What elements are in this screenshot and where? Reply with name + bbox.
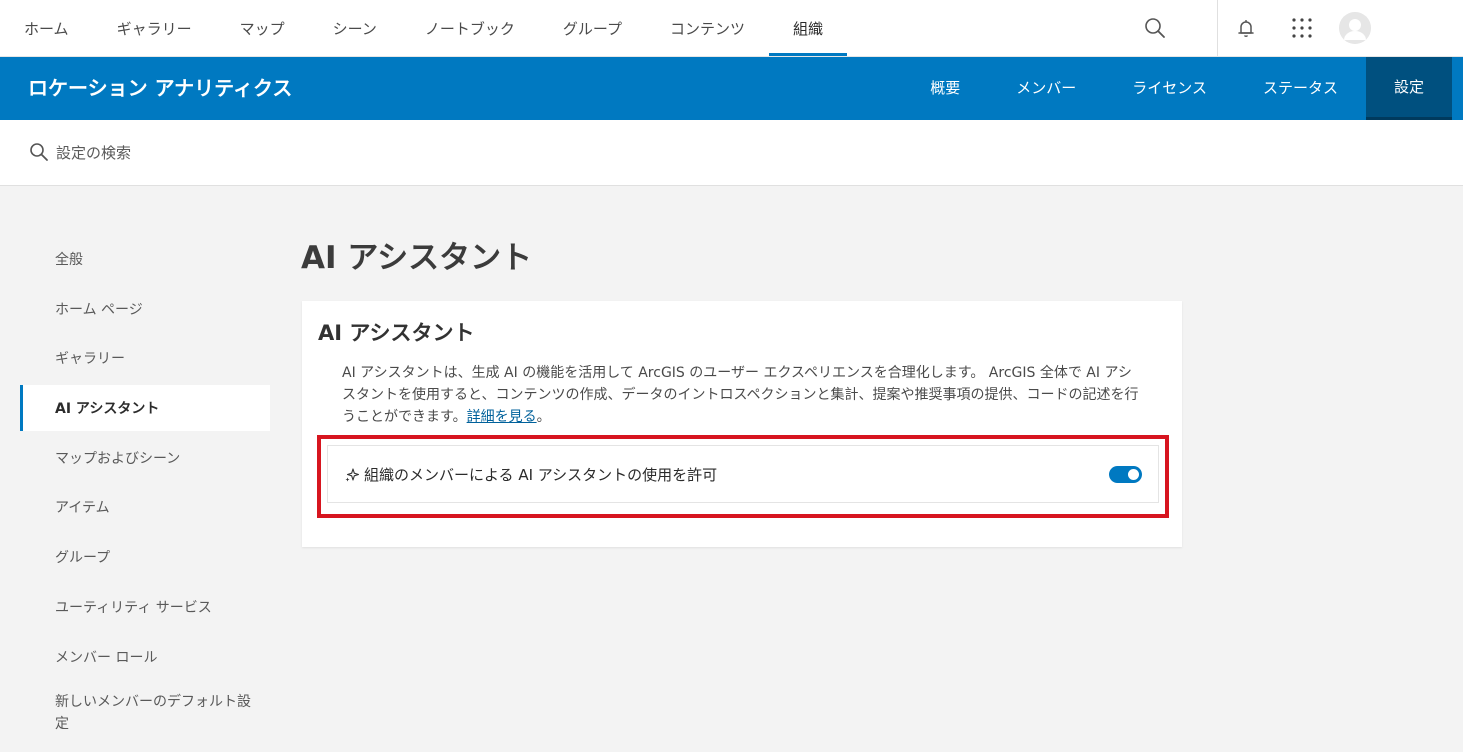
bell-icon[interactable] <box>1234 16 1258 40</box>
ai-assistant-setting-row: 組織のメンバーによる AI アシスタントの使用を許可 <box>327 445 1159 503</box>
organization-title: ロケーション アナリティクス <box>28 76 293 100</box>
sidebar-item-new-member-defaults[interactable]: 新しいメンバーのデフォルト設定 <box>20 683 260 735</box>
sidebar-item-utility-services[interactable]: ユーティリティ サービス <box>20 584 270 630</box>
sidebar-item-items[interactable]: アイテム <box>20 484 270 530</box>
top-nav-tools <box>1103 0 1463 56</box>
search-icon <box>28 141 50 163</box>
organization-header: ロケーション アナリティクス 概要 メンバー ライセンス ステータス 設定 <box>0 57 1463 120</box>
sidebar-item-general[interactable]: 全般 <box>20 236 270 282</box>
tab-licenses[interactable]: ライセンス <box>1104 57 1235 120</box>
top-nav-links: ホーム ギャラリー マップ シーン ノートブック グループ コンテンツ 組織 <box>0 0 848 56</box>
sidebar-item-home-page[interactable]: ホーム ページ <box>20 286 270 332</box>
nav-content[interactable]: コンテンツ <box>646 0 769 56</box>
avatar[interactable] <box>1339 12 1371 44</box>
nav-home[interactable]: ホーム <box>0 0 93 56</box>
allow-ai-assistant-toggle[interactable] <box>1109 466 1142 483</box>
organization-tabs: 概要 メンバー ライセンス ステータス 設定 <box>902 57 1452 120</box>
description-suffix: 。 <box>536 409 551 425</box>
nav-map[interactable]: マップ <box>216 0 309 56</box>
toolbar-divider <box>1217 0 1218 56</box>
toggle-knob <box>1128 469 1139 480</box>
tab-overview[interactable]: 概要 <box>902 57 988 120</box>
apps-grid-icon[interactable] <box>1290 16 1314 40</box>
learn-more-link[interactable]: 詳細を見る <box>467 409 537 425</box>
tab-members[interactable]: メンバー <box>988 57 1104 120</box>
description-text: AI アシスタントは、生成 AI の機能を活用して ArcGIS のユーザー エ… <box>342 365 1139 425</box>
page-title: AI アシスタント <box>301 240 533 276</box>
nav-notebook[interactable]: ノートブック <box>401 0 539 56</box>
ai-assistant-card: AI アシスタント AI アシスタントは、生成 AI の機能を活用して ArcG… <box>302 301 1182 547</box>
sidebar-item-ai-assistant[interactable]: AI アシスタント <box>20 385 270 432</box>
search-icon[interactable] <box>1143 16 1167 40</box>
nav-groups[interactable]: グループ <box>539 0 646 56</box>
card-title: AI アシスタント <box>318 321 475 345</box>
setting-label-text: 組織のメンバーによる AI アシスタントの使用を許可 <box>364 466 718 484</box>
sidebar-item-member-roles[interactable]: メンバー ロール <box>20 634 270 680</box>
tab-status[interactable]: ステータス <box>1235 57 1366 120</box>
sidebar-item-groups[interactable]: グループ <box>20 534 270 580</box>
settings-search-bar <box>0 120 1463 186</box>
card-description: AI アシスタントは、生成 AI の機能を活用して ArcGIS のユーザー エ… <box>342 362 1142 428</box>
sparkle-icon <box>344 467 360 483</box>
tab-settings[interactable]: 設定 <box>1365 57 1452 120</box>
sidebar-item-gallery[interactable]: ギャラリー <box>20 335 270 381</box>
setting-label: 組織のメンバーによる AI アシスタントの使用を許可 <box>344 464 717 485</box>
settings-search-input[interactable] <box>56 136 556 170</box>
top-navigation: ホーム ギャラリー マップ シーン ノートブック グループ コンテンツ 組織 <box>0 0 1463 57</box>
settings-sidebar: 全般 ホーム ページ ギャラリー AI アシスタント マップおよびシーン アイテ… <box>20 236 270 739</box>
nav-organization[interactable]: 組織 <box>769 0 848 56</box>
sidebar-item-maps-scenes[interactable]: マップおよびシーン <box>20 435 270 481</box>
nav-scene[interactable]: シーン <box>309 0 401 56</box>
nav-gallery[interactable]: ギャラリー <box>93 0 216 56</box>
